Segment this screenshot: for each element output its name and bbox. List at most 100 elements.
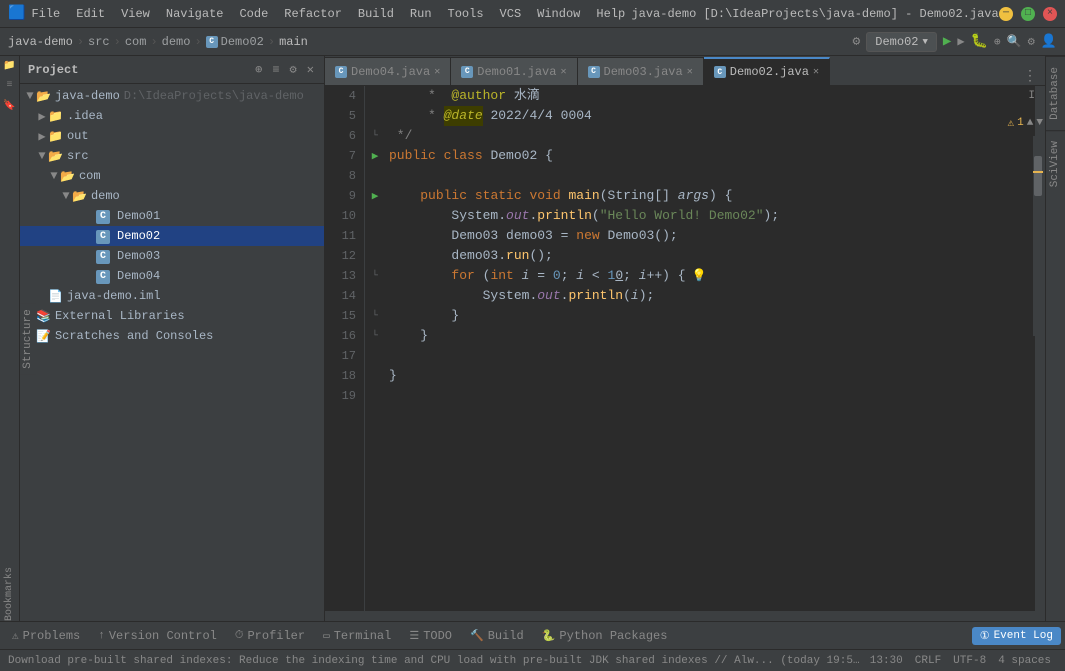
python-packages-tab[interactable]: 🐍 Python Packages bbox=[534, 624, 676, 648]
tree-item-demo03[interactable]: ▶ C Demo03 bbox=[20, 246, 324, 266]
run-config[interactable]: Demo02 ▼ bbox=[866, 32, 937, 52]
code-content[interactable]: * @author 水滴 * @date 2022/4/4 0004 */ pu… bbox=[385, 86, 1035, 611]
nav-src[interactable]: src bbox=[88, 35, 110, 49]
menu-navigate[interactable]: Navigate bbox=[160, 5, 230, 23]
gutter-fold-16[interactable]: └ bbox=[365, 326, 385, 346]
build-tab[interactable]: 🔨 Build bbox=[462, 624, 532, 648]
panel-collapse-btn[interactable]: ≡ bbox=[270, 61, 281, 79]
gutter-fold-13[interactable]: └ bbox=[365, 266, 385, 286]
menu-file[interactable]: File bbox=[25, 5, 66, 23]
breadcrumb-sep-4: › bbox=[194, 35, 201, 49]
tree-item-demo[interactable]: ▼ 📂 demo bbox=[20, 186, 324, 206]
search-everywhere-icon[interactable]: ⚙ bbox=[852, 34, 860, 49]
problems-tab[interactable]: ⚠ Problems bbox=[4, 624, 88, 648]
menu-refactor[interactable]: Refactor bbox=[278, 5, 348, 23]
nav-demo[interactable]: demo bbox=[162, 35, 191, 49]
tab-demo04[interactable]: C Demo04.java ✕ bbox=[325, 57, 451, 85]
menu-run[interactable]: Run bbox=[404, 5, 438, 23]
database-tab[interactable]: Database bbox=[1046, 56, 1065, 130]
tab-demo02-close[interactable]: ✕ bbox=[813, 66, 819, 78]
tree-item-ext-libs[interactable]: ▶ 📚 External Libraries bbox=[20, 306, 324, 326]
todo-label: TODO bbox=[423, 629, 452, 643]
menu-view[interactable]: View bbox=[115, 5, 156, 23]
tree-item-scratches[interactable]: ▶ 📝 Scratches and Consoles bbox=[20, 326, 324, 346]
tree-item-demo01[interactable]: ▶ C Demo01 bbox=[20, 206, 324, 226]
tree-item-iml[interactable]: ▶ 📄 java-demo.iml bbox=[20, 286, 324, 306]
tree-item-idea[interactable]: ▶ 📁 .idea bbox=[20, 106, 324, 126]
run-button[interactable]: ▶ bbox=[943, 33, 951, 50]
gutter-fold-15[interactable]: └ bbox=[365, 306, 385, 326]
maximize-button[interactable]: □ bbox=[1021, 7, 1035, 21]
kw-class-7: class bbox=[444, 146, 483, 166]
menu-code[interactable]: Code bbox=[233, 5, 274, 23]
project-tool-icon[interactable]: 📁 bbox=[2, 60, 18, 76]
menu-tools[interactable]: Tools bbox=[442, 5, 490, 23]
demo03-ref-12: demo03 bbox=[451, 246, 498, 266]
menu-vcs[interactable]: VCS bbox=[494, 5, 528, 23]
tree-item-demo04[interactable]: ▶ C Demo04 bbox=[20, 266, 324, 286]
panel-scope-btn[interactable]: ⊕ bbox=[253, 60, 264, 79]
notifications-icon[interactable]: 👤 bbox=[1041, 34, 1057, 49]
indent-item[interactable]: 4 spaces bbox=[992, 655, 1057, 667]
tree-item-out[interactable]: ▶ 📁 out bbox=[20, 126, 324, 146]
tree-item-src[interactable]: ▼ 📂 src bbox=[20, 146, 324, 166]
gutter-run-9[interactable]: ▶ bbox=[365, 186, 385, 206]
menu-window[interactable]: Window bbox=[531, 5, 586, 23]
menu-help[interactable]: Help bbox=[590, 5, 631, 23]
tab-demo04-label: Demo04.java bbox=[351, 65, 430, 79]
encoding-item[interactable]: UTF-8 bbox=[947, 655, 992, 667]
panel-close-btn[interactable]: ✕ bbox=[305, 60, 316, 79]
tab-demo01[interactable]: C Demo01.java ✕ bbox=[451, 57, 577, 85]
more-run-options-icon[interactable]: ⊕ bbox=[994, 35, 1001, 49]
bookmarks-label[interactable]: Bookmarks bbox=[4, 559, 15, 621]
terminal-tab[interactable]: ▭ Terminal bbox=[315, 624, 399, 648]
tab-demo01-close[interactable]: ✕ bbox=[560, 66, 566, 78]
search-icon[interactable]: 🔍 bbox=[1007, 34, 1022, 49]
structure-icon[interactable]: ≡ bbox=[2, 80, 18, 96]
panel-settings-btn[interactable]: ⚙ bbox=[288, 60, 299, 79]
sciview-tab[interactable]: SciView bbox=[1046, 130, 1065, 197]
arrow-up-icon[interactable]: ▲ bbox=[1027, 117, 1034, 129]
out-14: out bbox=[537, 286, 560, 306]
event-log-button[interactable]: ① Event Log bbox=[972, 627, 1061, 645]
structure-panel-label[interactable]: Structure bbox=[20, 303, 36, 374]
horizontal-scrollbar[interactable] bbox=[325, 611, 1045, 621]
line-sep-item[interactable]: CRLF bbox=[909, 655, 947, 667]
minimize-button[interactable]: ─ bbox=[999, 7, 1013, 21]
bookmarks-icon[interactable]: 🔖 bbox=[2, 100, 18, 116]
nav-main[interactable]: main bbox=[279, 35, 308, 49]
nav-project[interactable]: java-demo bbox=[8, 35, 73, 49]
tab-demo04-close[interactable]: ✕ bbox=[434, 66, 440, 78]
menu-edit[interactable]: Edit bbox=[70, 5, 111, 23]
vertical-scroll[interactable] bbox=[1033, 136, 1043, 336]
tabs-actions[interactable]: ⋮ bbox=[1023, 68, 1045, 85]
kw-void-9: void bbox=[529, 186, 560, 206]
nav-com[interactable]: com bbox=[125, 35, 147, 49]
tab-demo02[interactable]: C Demo02.java ✕ bbox=[704, 57, 830, 85]
todo-tab[interactable]: ☰ TODO bbox=[401, 624, 460, 648]
tree-item-root[interactable]: ▼ 📂 java-demo D:\IdeaProjects\java-demo bbox=[20, 86, 324, 106]
code-editor[interactable]: 4 5 6 7 8 9 10 11 12 13 14 15 16 17 18 1… bbox=[325, 86, 1035, 611]
hint-bulb-13[interactable]: 💡 bbox=[692, 266, 707, 286]
tab-demo03-close[interactable]: ✕ bbox=[687, 66, 693, 78]
position-item[interactable]: 13:30 bbox=[864, 655, 909, 667]
tab-demo03[interactable]: C Demo03.java ✕ bbox=[578, 57, 704, 85]
gutter-fold-6[interactable]: └ bbox=[365, 126, 385, 146]
line-num-8: 8 bbox=[325, 166, 356, 186]
settings-icon[interactable]: ⚙ bbox=[1028, 34, 1035, 49]
menu-build[interactable]: Build bbox=[352, 5, 400, 23]
close-button[interactable]: × bbox=[1043, 7, 1057, 21]
tabs-more-icon[interactable]: ⋮ bbox=[1023, 68, 1037, 85]
tree-item-com[interactable]: ▼ 📂 com bbox=[20, 166, 324, 186]
arrow-down-icon[interactable]: ▼ bbox=[1036, 117, 1043, 129]
window-title: java-demo [D:\IdeaProjects\java-demo] - … bbox=[631, 7, 999, 21]
tree-item-demo02[interactable]: ▶ C Demo02 bbox=[20, 226, 324, 246]
run-with-coverage-icon[interactable]: ▶ bbox=[957, 34, 964, 49]
profiler-tab[interactable]: ⏱ Profiler bbox=[227, 624, 313, 648]
nav-demo02[interactable]: C Demo02 bbox=[206, 35, 264, 49]
scroll-thumb[interactable] bbox=[1034, 156, 1042, 196]
debug-button[interactable]: 🐛 bbox=[971, 33, 988, 50]
demo04-tab-icon: C bbox=[335, 66, 347, 78]
gutter-run-7[interactable]: ▶ bbox=[365, 146, 385, 166]
version-control-tab[interactable]: ↑ Version Control bbox=[90, 624, 225, 648]
